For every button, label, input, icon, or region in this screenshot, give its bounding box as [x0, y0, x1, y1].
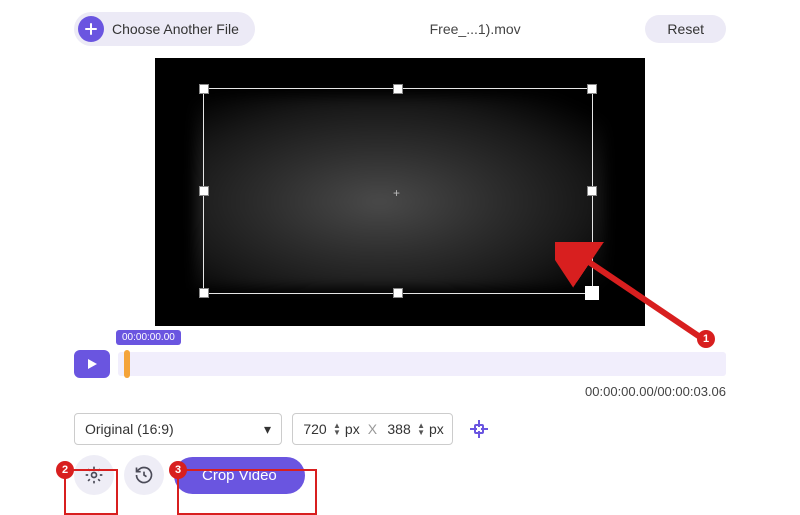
play-icon — [86, 358, 98, 370]
plus-icon — [78, 16, 104, 42]
aspect-ratio-label: Original (16:9) — [85, 421, 174, 437]
timeline-section: 00:00:00.00 — [74, 350, 726, 378]
video-preview[interactable]: + — [155, 58, 645, 326]
timeline-track[interactable] — [118, 352, 726, 376]
aspect-ratio-select[interactable]: Original (16:9) ▾ — [74, 413, 282, 445]
crop-handle-top-right[interactable] — [587, 84, 597, 94]
height-stepper[interactable]: ▲▼ — [417, 423, 425, 436]
width-value: 720 — [301, 421, 329, 437]
crop-handle-top-left[interactable] — [199, 84, 209, 94]
filename-label: Free_...1).mov — [319, 21, 632, 37]
reset-label: Reset — [667, 21, 704, 37]
reset-button[interactable]: Reset — [645, 15, 726, 43]
dimension-separator: X — [368, 421, 377, 437]
time-readout: 00:00:00.00/00:00:03.06 — [0, 384, 726, 399]
annotation-badge-1: 1 — [697, 330, 715, 348]
crop-handle-bottom-mid[interactable] — [393, 288, 403, 298]
center-crop-button[interactable] — [463, 413, 495, 445]
playhead-marker[interactable] — [124, 350, 130, 378]
height-unit: px — [429, 421, 444, 437]
crop-video-label: Crop Video — [202, 467, 277, 484]
chevron-down-icon: ▾ — [264, 421, 271, 438]
width-unit: px — [345, 421, 360, 437]
video-frame-content — [195, 96, 605, 288]
history-button[interactable] — [124, 455, 164, 495]
crop-handle-bottom-right[interactable] — [585, 286, 599, 300]
history-icon — [134, 465, 154, 485]
gear-icon — [84, 465, 104, 485]
crop-handle-top-mid[interactable] — [393, 84, 403, 94]
play-button[interactable] — [74, 350, 110, 378]
choose-another-file-button[interactable]: Choose Another File — [74, 12, 255, 46]
center-crop-icon — [467, 417, 491, 441]
playhead-time-tooltip: 00:00:00.00 — [116, 330, 181, 345]
width-stepper[interactable]: ▲▼ — [333, 423, 341, 436]
height-value: 388 — [385, 421, 413, 437]
annotation-badge-2: 2 — [56, 461, 74, 479]
crop-handle-bottom-left[interactable] — [199, 288, 209, 298]
choose-another-file-label: Choose Another File — [112, 21, 239, 37]
dimensions-input-group: 720 ▲▼ px X 388 ▲▼ px — [292, 413, 453, 445]
settings-button[interactable] — [74, 455, 114, 495]
crop-video-button[interactable]: Crop Video — [174, 457, 305, 494]
